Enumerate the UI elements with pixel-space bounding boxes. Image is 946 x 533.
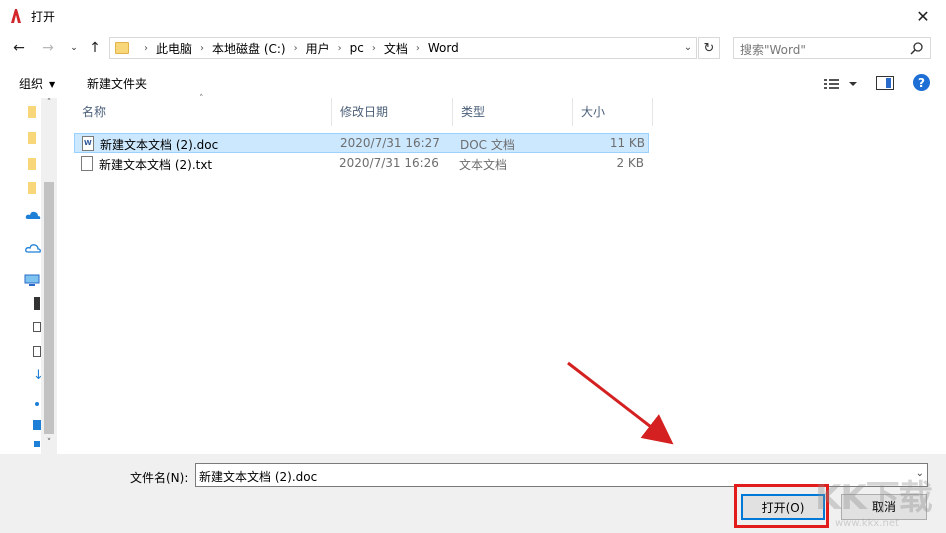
column-header-type-label: 类型 <box>461 105 486 119</box>
recent-locations-button[interactable]: ⌄ <box>65 39 83 57</box>
back-button[interactable]: ← <box>10 39 28 57</box>
breadcrumb-item[interactable]: 用户 <box>306 40 330 57</box>
cloud-icon[interactable] <box>25 242 41 254</box>
breadcrumb-separator-icon: › <box>293 42 298 54</box>
help-button[interactable]: ? <box>913 74 930 91</box>
breadcrumb-item[interactable]: pc <box>350 41 364 55</box>
nav-scrollbar[interactable]: ˄ ˅ <box>41 98 57 454</box>
video-icon[interactable] <box>34 297 40 310</box>
column-header-date[interactable]: 修改日期 <box>332 98 453 126</box>
folder-icon[interactable] <box>28 182 36 194</box>
file-size: 2 KB <box>616 156 644 170</box>
change-view-button[interactable] <box>822 76 862 92</box>
refresh-button[interactable]: ↻ <box>698 37 720 59</box>
watermark-main: KK下载 <box>815 478 933 518</box>
address-row: ← → ⌄ ↑ › 此电脑 › 本地磁盘 (C:) › 用户 › pc › 文档… <box>0 32 946 64</box>
table-row[interactable]: 新建文本文档 (2).txt 2020/7/31 16:26 文本文档 2 KB <box>74 154 649 174</box>
arrow-left-icon: ← <box>13 40 25 56</box>
chevron-down-icon[interactable]: ˅ <box>41 438 57 452</box>
column-header-size-label: 大小 <box>581 105 606 119</box>
details-view-icon <box>824 79 857 89</box>
onedrive-icon[interactable] <box>25 210 41 220</box>
search-placeholder: 搜索"Word" <box>740 43 806 57</box>
column-header-type[interactable]: 类型 <box>453 98 573 126</box>
preview-pane-button[interactable] <box>876 76 894 90</box>
breadcrumb-separator-icon: › <box>144 42 148 54</box>
file-list: ˄ 名称 修改日期 类型 大小 新建文本文档 (2).doc 2020/7/31… <box>57 94 946 454</box>
folder-icon[interactable] <box>28 132 36 144</box>
file-type: 文本文档 <box>459 158 508 172</box>
breadcrumb-separator-icon: › <box>371 42 376 54</box>
breadcrumb-item[interactable]: 此电脑 <box>156 40 192 57</box>
filename-label: 文件名(N): <box>130 471 189 485</box>
organize-button[interactable]: 组织 ▼ <box>19 75 55 92</box>
filename-value: 新建文本文档 (2).doc <box>199 470 318 484</box>
file-date: 2020/7/31 16:26 <box>339 156 439 170</box>
address-bar[interactable]: › 此电脑 › 本地磁盘 (C:) › 用户 › pc › 文档 › Word <box>109 37 697 59</box>
new-folder-label: 新建文件夹 <box>87 77 148 91</box>
forward-button[interactable]: → <box>39 39 57 57</box>
desktop-icon[interactable] <box>33 420 41 430</box>
file-size: 11 KB <box>609 136 645 150</box>
breadcrumb: › 此电脑 › 本地磁盘 (C:) › 用户 › pc › 文档 › Word <box>136 38 459 58</box>
file-name: 新建文本文档 (2).txt <box>99 158 213 172</box>
column-header-size[interactable]: 大小 <box>573 98 653 126</box>
title-bar: 打开 ✕ <box>0 0 946 32</box>
breadcrumb-item[interactable]: 文档 <box>384 40 408 57</box>
help-icon: ? <box>918 75 925 90</box>
chevron-down-icon: ⌄ <box>683 41 693 53</box>
close-button[interactable]: ✕ <box>900 0 946 32</box>
breadcrumb-separator-icon: › <box>415 42 420 54</box>
toolbar: 组织 ▼ 新建文件夹 ? <box>0 68 946 98</box>
chevron-down-icon: ⌄ <box>70 43 78 53</box>
watermark-url: www.kkx.net <box>835 518 899 529</box>
file-date: 2020/7/31 16:27 <box>340 136 440 150</box>
search-input[interactable]: 搜索"Word" <box>733 37 931 59</box>
up-button[interactable]: ↑ <box>86 39 104 57</box>
address-history-button[interactable]: ⌄ <box>680 37 696 57</box>
refresh-icon: ↻ <box>703 40 715 56</box>
close-icon: ✕ <box>916 6 930 26</box>
pictures-icon[interactable] <box>33 322 41 332</box>
music-icon[interactable] <box>35 402 39 406</box>
drive-icon[interactable] <box>34 441 40 447</box>
search-icon <box>910 42 923 55</box>
open-button[interactable]: 打开(O) <box>741 494 825 520</box>
arrow-up-icon: ↑ <box>89 40 101 56</box>
arrow-right-icon: → <box>42 40 54 56</box>
new-folder-button[interactable]: 新建文件夹 <box>87 75 147 92</box>
table-row[interactable]: 新建文本文档 (2).doc 2020/7/31 16:27 DOC 文档 11… <box>74 133 649 153</box>
column-header-date-label: 修改日期 <box>340 105 389 119</box>
word-doc-icon <box>82 136 94 151</box>
caret-down-icon: ▼ <box>49 80 56 89</box>
chevron-up-icon[interactable]: ˄ <box>41 98 57 110</box>
documents-icon[interactable] <box>33 346 41 357</box>
breadcrumb-separator-icon: › <box>200 42 205 54</box>
nav-scrollbar-thumb[interactable] <box>44 182 54 434</box>
watermark: KK下载 www.kkx.net <box>815 470 946 533</box>
organize-label: 组织 <box>19 77 44 91</box>
column-header-name-label: 名称 <box>82 105 107 119</box>
file-name: 新建文本文档 (2).doc <box>100 138 219 152</box>
breadcrumb-item[interactable]: 本地磁盘 (C:) <box>212 40 286 57</box>
folder-icon[interactable] <box>28 158 36 170</box>
bottom-panel: 文件名(N): 新建文本文档 (2).doc ⌄ 打开(O) 取消 <box>0 454 946 533</box>
text-file-icon <box>81 156 93 171</box>
annotation-arrow <box>567 361 674 445</box>
file-type: DOC 文档 <box>460 138 515 152</box>
window-title: 打开 <box>31 10 56 24</box>
folder-icon <box>115 42 129 54</box>
open-button-label: 打开(O) <box>761 501 805 515</box>
folder-icon[interactable] <box>28 106 36 118</box>
navigation-pane: ↓ ˄ ˅ <box>0 98 57 454</box>
column-header-name[interactable]: 名称 <box>74 98 332 126</box>
app-logo-icon <box>11 9 21 23</box>
breadcrumb-separator-icon: › <box>337 42 342 54</box>
breadcrumb-item[interactable]: Word <box>428 41 459 55</box>
this-pc-icon[interactable] <box>24 274 40 286</box>
